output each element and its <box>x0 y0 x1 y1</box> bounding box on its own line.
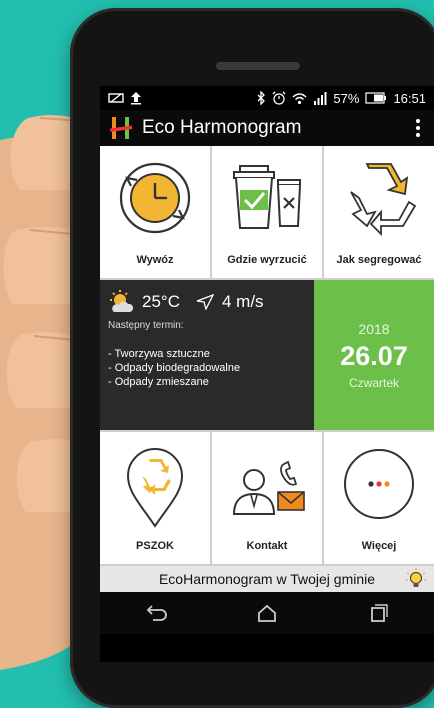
tile-kontakt[interactable]: Kontakt <box>212 432 322 564</box>
list-item: - Odpady zmieszane <box>108 376 209 388</box>
tile-label: Kontakt <box>246 540 288 552</box>
status-bar: 57% 16:51 <box>100 86 434 110</box>
date-weekday: Czwartek <box>348 375 399 390</box>
system-nav-bar <box>100 592 434 634</box>
info-row: 25°C 4 m/s Następny termin: - Tworzywa s… <box>100 280 434 430</box>
eco-harmonogram-logo-icon <box>109 117 133 139</box>
date-day: 26.07 <box>340 340 408 371</box>
screenshot-icon <box>108 93 124 103</box>
next-date-label: Następny termin: <box>108 320 184 331</box>
home-icon[interactable] <box>256 604 278 622</box>
recent-apps-icon[interactable] <box>367 604 389 622</box>
wifi-icon <box>292 92 307 104</box>
tile-gdzie-wyrzucic[interactable]: Gdzie wyrzucić <box>212 146 322 278</box>
bottom-tiles-row: PSZOK Kontakt Więcej <box>100 430 434 566</box>
tile-label: Więcej <box>361 540 397 552</box>
contact-person-icon <box>232 460 305 515</box>
app-bar: Eco Harmonogram <box>100 110 434 146</box>
tile-pszok[interactable]: PSZOK <box>100 432 210 564</box>
wind-direction-icon <box>196 294 214 310</box>
phone-speaker <box>216 62 300 70</box>
phone-screen: 57% 16:51 Eco Harmonogram Wywóz Gdzie wy… <box>100 86 434 662</box>
signal-icon <box>314 91 327 105</box>
battery-percent: 57% <box>333 90 360 106</box>
upload-icon <box>131 92 141 105</box>
wind-speed-value: 4 m/s <box>221 292 264 311</box>
list-item: - Odpady biodegradowalne <box>108 362 241 374</box>
weather-panel[interactable]: 25°C 4 m/s Następny termin: - Tworzywa s… <box>100 280 314 430</box>
tile-wiecej[interactable]: Więcej <box>324 432 434 564</box>
overflow-menu-icon[interactable] <box>410 114 426 142</box>
date-panel[interactable]: 2018 26.07 Czwartek <box>314 280 434 430</box>
banner-text: EcoHarmonogram w Twojej gminie <box>158 571 376 587</box>
recycle-icon <box>350 163 417 237</box>
tile-jak-segregowac[interactable]: Jak segregować <box>324 146 434 278</box>
list-item: - Tworzywa sztuczne <box>108 348 210 360</box>
lightbulb-icon <box>406 568 426 587</box>
tile-label: Jak segregować <box>336 254 422 266</box>
location-pin-recycle-icon <box>126 448 184 528</box>
bluetooth-icon <box>257 91 266 105</box>
schedule-clock-icon <box>119 162 191 234</box>
clock-time: 16:51 <box>393 90 426 106</box>
waste-types-list: - Tworzywa sztuczne - Odpady biodegradow… <box>108 347 306 389</box>
tile-wywoz[interactable]: Wywóz <box>100 146 210 278</box>
tile-label: Gdzie wyrzucić <box>227 254 307 266</box>
tile-label: Wywóz <box>136 254 174 266</box>
date-year: 2018 <box>358 320 390 337</box>
back-icon[interactable] <box>145 604 167 622</box>
partly-cloudy-icon <box>110 290 134 312</box>
alarm-icon <box>272 91 286 105</box>
app-title: Eco Harmonogram <box>142 117 302 138</box>
battery-icon <box>365 92 387 104</box>
more-dots-icon <box>344 449 414 519</box>
top-tiles-row: Wywóz Gdzie wyrzucić Jak segregować <box>100 146 434 280</box>
waste-bins-icon <box>233 165 301 229</box>
municipality-banner[interactable]: EcoHarmonogram w Twojej gminie <box>100 566 434 592</box>
temperature-value: 25°C <box>142 292 180 311</box>
tile-label: PSZOK <box>136 540 174 552</box>
